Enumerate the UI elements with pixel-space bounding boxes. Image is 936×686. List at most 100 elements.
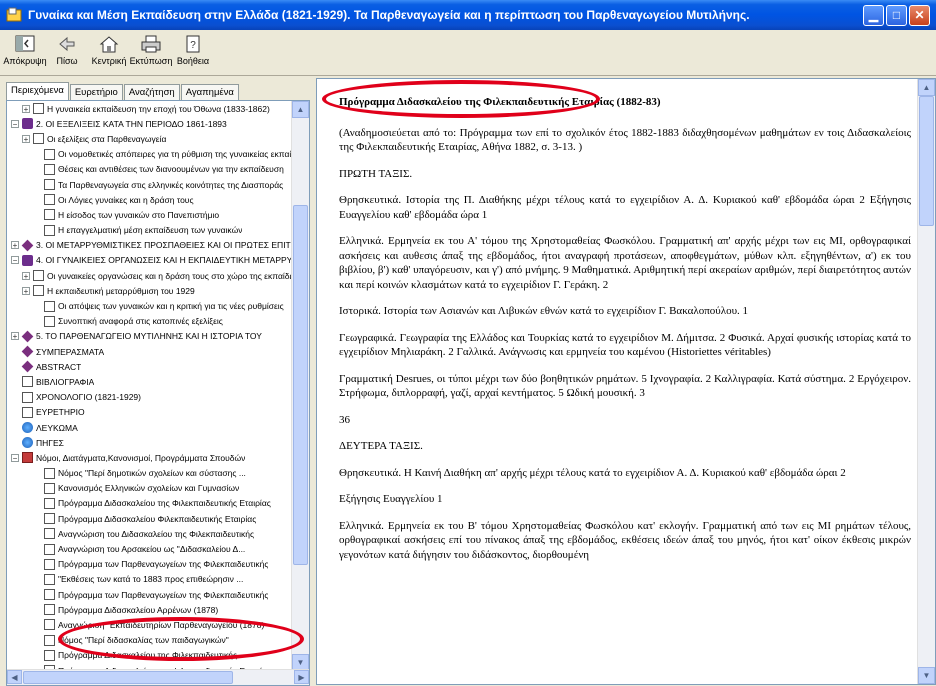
tree-item[interactable]: Αναγνώριση "Εκπαιδευτηρίων Παρθεναγωγείο… (7, 617, 293, 632)
print-label: Εκτύπωση (129, 56, 173, 66)
tree-item[interactable]: Συνοπτική αναφορά στις κατοπινές εξελίξε… (7, 314, 293, 329)
tree-item[interactable]: Οι νομοθετικές απόπειρες για τη ρύθμιση … (7, 147, 293, 162)
chapter-icon (21, 360, 34, 373)
print-button[interactable]: Εκτύπωση (130, 30, 172, 74)
toolbar: Απόκρυψη Πίσω Κεντρική Εκτύπωση ? Βοήθει… (0, 30, 936, 76)
window-titlebar[interactable]: Γυναίκα και Μέση Εκπαίδευση στην Ελλάδα … (0, 0, 936, 30)
tree-item[interactable]: ΣΥΜΠΕΡΑΣΜΑΤΑ (7, 344, 293, 359)
page-icon (44, 619, 55, 631)
tree-item[interactable]: Πρόγραμμα Διδασκαλείου της Φιλεκπαιδευτι… (7, 496, 293, 511)
tree-item[interactable]: − Νόμοι, Διατάγματα,Κανονισμοί, Προγράμμα… (7, 450, 293, 465)
tree-item-label: ΣΥΜΠΕΡΑΣΜΑΤΑ (36, 346, 105, 357)
page-icon (44, 528, 55, 540)
tree-item[interactable]: Οι Λόγιες γυναίκες και η δράση τους (7, 192, 293, 207)
tree-item-label: Τα Παρθεναγωγεία στις ελληνικές κοινότητ… (58, 179, 284, 190)
scroll-right-icon[interactable]: ▶ (294, 670, 309, 684)
tree-item[interactable]: Αναγνώριση του Διδασκαλείου της Φιλεκπαι… (7, 526, 293, 541)
tree-item[interactable]: +3. ΟΙ ΜΕΤΑΡΡΥΘΜΙΣΤΙΚΕΣ ΠΡΟΣΠΑΘΕΙΕΣ ΚΑΙ … (7, 238, 293, 253)
tree-item[interactable]: Νόμος "Περί δημοτικών σχολείων και σύστα… (7, 466, 293, 481)
tree-item[interactable]: +5. ΤΟ ΠΑΡΘΕΝΑΓΩΓΕΙΟ ΜΥΤΙΛΗΝΗΣ ΚΑΙ Η ΙΣΤ… (7, 329, 293, 344)
scroll-up-icon[interactable]: ▲ (292, 101, 309, 118)
tree-item[interactable]: Πρόγραμμα Διδασκαλείου Φιλεκπαιδευτικής … (7, 511, 293, 526)
tree-item[interactable]: ΧΡΟΝΟΛΟΓΙΟ (1821-1929) (7, 390, 293, 405)
tree-item[interactable]: + Οι γυναικείες οργανώσεις και η δράση το… (7, 268, 293, 283)
document-paragraph: Εξήγησις Ευαγγελίου 1 (339, 493, 443, 505)
tree-item[interactable]: Πρόγραμμα των Παρθεναγωγείων της Φιλεκπα… (7, 587, 293, 602)
tree-item[interactable]: + Οι εξελίξεις στα Παρθεναγωγεία (7, 131, 293, 146)
printer-icon (141, 35, 161, 53)
tree-item[interactable]: Κανονισμός Ελληνικών σχολείων και Γυμνασ… (7, 481, 293, 496)
back-arrow-icon (59, 36, 75, 52)
tree-item[interactable]: − 2. ΟΙ ΕΞΕΛΙΞΕΙΣ ΚΑΤΑ ΤΗΝ ΠΕΡΙΟΔΟ 1861-1… (7, 116, 293, 131)
tree-item[interactable]: ΠΗΓΕΣ (7, 435, 293, 450)
collapse-icon[interactable]: − (11, 256, 19, 265)
tree-item-label: 5. ΤΟ ΠΑΡΘΕΝΑΓΩΓΕΙΟ ΜΥΤΙΛΗΝΗΣ ΚΑΙ Η ΙΣΤΟ… (36, 331, 262, 342)
document-paragraph: Γεωγραφικά. Γεωγραφία της Ελλάδος και Το… (339, 331, 911, 359)
tree-item[interactable]: "Εκθέσεις των κατά το 1883 προς επιθεώρη… (7, 572, 293, 587)
tab-favorites[interactable]: Αγαπημένα (180, 84, 239, 100)
tree-hscroll-thumb[interactable] (23, 671, 233, 684)
tree-item-label: Η επαγγελματική μέση εκπαίδευση των γυνα… (58, 225, 243, 236)
expand-icon[interactable]: + (22, 271, 30, 280)
tree-item[interactable]: Η επαγγελματική μέση εκπαίδευση των γυνα… (7, 223, 293, 238)
navigation-pane: Περιεχόμενα Ευρετήριο Αναζήτηση Αγαπημέν… (6, 78, 310, 686)
tab-search[interactable]: Αναζήτηση (123, 84, 180, 100)
tree-scroll-thumb[interactable] (293, 205, 308, 565)
tree-item[interactable]: Η είσοδος των γυναικών στο Πανεπιστήμιο (7, 207, 293, 222)
page-icon (44, 558, 55, 570)
collapse-icon[interactable]: − (11, 453, 19, 462)
tree-horizontal-scrollbar[interactable]: ◀ ▶ (7, 669, 309, 685)
contents-tree[interactable]: + Η γυναικεία εκπαίδευση την εποχή του Όθ… (7, 101, 293, 671)
hide-button[interactable]: Απόκρυψη (3, 30, 47, 74)
scroll-left-icon[interactable]: ◀ (7, 670, 22, 684)
tree-item[interactable]: − 4. ΟΙ ΓΥΝΑΙΚΕΙΕΣ ΟΡΓΑΝΩΣΕΙΣ ΚΑΙ Η ΕΚΠΑΙ… (7, 253, 293, 268)
tree-item[interactable]: Πρόγραμμα Διδασκαλείου Αρρένων (1878) (7, 602, 293, 617)
expand-icon[interactable]: + (22, 286, 30, 295)
document-paragraph: (Αναδημοσιεύεται από το: Πρόγραμμα των ε… (339, 126, 911, 154)
expand-icon[interactable]: + (11, 241, 19, 250)
home-button[interactable]: Κεντρική (88, 30, 130, 74)
tree-item[interactable]: ABSTRACT (7, 359, 293, 374)
document-vertical-scrollbar[interactable]: ▲ ▼ (917, 79, 935, 684)
tree-item[interactable]: Τα Παρθεναγωγεία στις ελληνικές κοινότητ… (7, 177, 293, 192)
tree-item-label: Οι Λόγιες γυναίκες και η δράση τους (58, 194, 194, 205)
chapter-icon (21, 330, 34, 343)
tree-item-label: Πρόγραμμα Διδασκαλείου Αρρένων (1878) (58, 604, 219, 615)
back-button[interactable]: Πίσω (46, 30, 88, 74)
collapse-icon[interactable]: − (11, 119, 19, 128)
doc-scroll-thumb[interactable] (919, 96, 934, 226)
tab-contents[interactable]: Περιεχόμενα (6, 82, 69, 101)
tree-item-label: Οι γυναικείες οργανώσεις και η δράση του… (47, 270, 293, 281)
tree-item[interactable]: Οι απόψεις των γυναικών και η κριτική γι… (7, 298, 293, 313)
expand-icon[interactable]: + (22, 134, 30, 143)
tree-item-label: Πρόγραμμα των Παρθεναγωγείων της Φιλεκπα… (58, 589, 269, 600)
tree-item[interactable]: Αναγνώριση του Αρσακείου ως "Διδασκαλείο… (7, 541, 293, 556)
maximize-button[interactable]: □ (886, 4, 907, 26)
tree-item[interactable]: + Η γυναικεία εκπαίδευση την εποχή του Όθ… (7, 101, 293, 116)
page-icon (22, 406, 33, 418)
tree-item[interactable]: Πρόγραμμα Διδασκαλείου της Φιλεκπαιδευτι… (7, 648, 293, 663)
tree-item[interactable]: Θέσεις και αντιθέσεις των διανοουμένων γ… (7, 162, 293, 177)
doc-scroll-down-icon[interactable]: ▼ (918, 667, 935, 684)
expand-icon[interactable]: + (22, 104, 30, 113)
page-icon (44, 649, 55, 661)
page-icon (33, 270, 44, 282)
tree-item[interactable]: Πρόγραμμα των Παρθεναγωγείων της Φιλεκπα… (7, 557, 293, 572)
page-icon (44, 148, 55, 160)
tree-item-label: Πρόγραμμα των Παρθεναγωγείων της Φιλεκπα… (58, 559, 269, 570)
close-button[interactable]: ✕ (909, 4, 930, 26)
doc-scroll-up-icon[interactable]: ▲ (918, 79, 935, 96)
tree-item[interactable]: Νόμος "Περί διδασκαλίας των παιδαγωγικών… (7, 633, 293, 648)
tab-index[interactable]: Ευρετήριο (69, 84, 123, 100)
tree-item[interactable]: ΕΥΡΕΤΗΡΙΟ (7, 405, 293, 420)
help-button[interactable]: ? Βοήθεια (172, 30, 214, 74)
tree-item[interactable]: ΒΙΒΛΙΟΓΡΑΦΙΑ (7, 374, 293, 389)
tree-item-label: Συνοπτική αναφορά στις κατοπινές εξελίξε… (58, 316, 223, 327)
tree-vertical-scrollbar[interactable]: ▲ ▼ (291, 101, 309, 671)
page-icon (44, 513, 55, 525)
tree-item[interactable]: + Η εκπαιδευτική μεταρρύθμιση του 1929 (7, 283, 293, 298)
tree-item[interactable]: ΛΕΥΚΩΜΑ (7, 420, 293, 435)
page-icon (33, 133, 44, 145)
minimize-button[interactable]: ▁ (863, 4, 884, 26)
expand-icon[interactable]: + (11, 332, 19, 341)
